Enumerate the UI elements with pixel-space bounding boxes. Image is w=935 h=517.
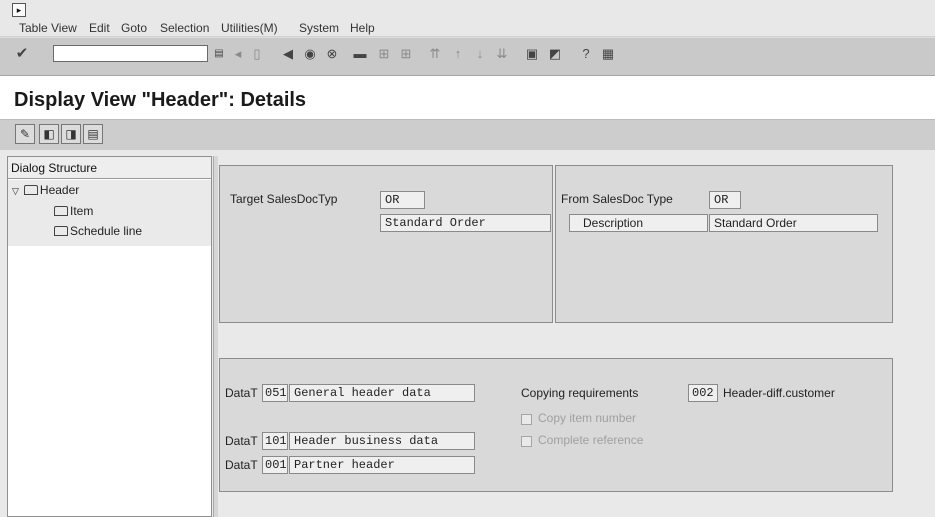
from-description-field[interactable]: Standard Order bbox=[709, 214, 878, 232]
next-entry-icon[interactable]: ◨ bbox=[61, 124, 81, 144]
complete-reference-label: Complete reference bbox=[538, 433, 644, 447]
back-arrow-icon[interactable]: ◂ bbox=[232, 44, 244, 64]
menu-help[interactable]: Help bbox=[350, 21, 375, 35]
datat-label: DataT bbox=[225, 386, 258, 400]
back-icon[interactable]: ◀ bbox=[278, 44, 298, 64]
target-salesdoc-label: Target SalesDocTyp bbox=[230, 192, 338, 206]
datat-code-field[interactable]: 051 bbox=[262, 384, 288, 402]
page-title: Display View "Header": Details bbox=[14, 89, 307, 111]
help-icon[interactable]: ? bbox=[576, 44, 596, 64]
find-icon[interactable]: ⊞ bbox=[374, 44, 394, 64]
exit-icon[interactable]: ◉ bbox=[300, 44, 320, 64]
menu-bar: ▸ Table View Edit Goto Selection Utiliti… bbox=[0, 0, 935, 37]
prev-page-icon[interactable]: ↑ bbox=[448, 44, 468, 64]
new-session-icon[interactable]: ▣ bbox=[522, 44, 542, 64]
datat-label: DataT bbox=[225, 434, 258, 448]
enter-icon[interactable]: ✔ bbox=[12, 44, 32, 64]
expand-icon[interactable]: ▽ bbox=[12, 186, 19, 196]
menu-selection[interactable]: Selection bbox=[160, 21, 209, 35]
tree-node-label: Item bbox=[70, 204, 94, 218]
copying-requirements-label: Copying requirements bbox=[521, 386, 639, 400]
print-icon[interactable]: ▬ bbox=[350, 44, 370, 64]
cancel-icon[interactable]: ⊗ bbox=[322, 44, 342, 64]
from-salesdoc-field[interactable]: OR bbox=[709, 191, 741, 209]
command-history-icon[interactable]: ▤ bbox=[213, 44, 225, 64]
complete-reference-checkbox[interactable] bbox=[521, 436, 532, 447]
datat-text-field: General header data bbox=[289, 384, 475, 402]
tree-node-label: Header bbox=[39, 183, 80, 197]
menu-goto[interactable]: Goto bbox=[121, 21, 147, 35]
folder-icon bbox=[54, 206, 68, 216]
tree-node-item[interactable]: Item bbox=[54, 204, 93, 218]
system-menu-icon[interactable]: ▸ bbox=[12, 3, 26, 17]
tree-node-header[interactable]: ▽ Header bbox=[12, 183, 79, 197]
target-salesdoc-field[interactable]: OR bbox=[380, 191, 425, 209]
menu-system[interactable]: System bbox=[299, 21, 339, 35]
folder-open-icon bbox=[23, 185, 38, 195]
dialog-structure-tree: ▽ Header Item Schedule line bbox=[8, 180, 211, 246]
panel-splitter[interactable] bbox=[213, 156, 218, 517]
layout-icon[interactable]: ▦ bbox=[598, 44, 618, 64]
copy-item-number-label: Copy item number bbox=[538, 411, 637, 425]
copying-requirements-text: Header-diff.customer bbox=[723, 386, 835, 400]
menu-table-view[interactable]: Table View bbox=[19, 21, 77, 35]
dialog-structure-title: Dialog Structure bbox=[8, 157, 211, 179]
first-page-icon[interactable]: ⇈ bbox=[425, 44, 445, 64]
find-next-icon[interactable]: ⊞ bbox=[396, 44, 416, 64]
shortcut-icon[interactable]: ◩ bbox=[545, 44, 565, 64]
dialog-structure-panel: Dialog Structure ▽ Header Item Schedule l… bbox=[7, 156, 212, 517]
datat-label: DataT bbox=[225, 458, 258, 472]
tree-node-label: Schedule line bbox=[70, 224, 143, 238]
copying-requirements-code-field[interactable]: 002 bbox=[688, 384, 718, 402]
variant-icon[interactable]: ▤ bbox=[83, 124, 103, 144]
datat-text-field: Partner header bbox=[289, 456, 475, 474]
menu-edit[interactable]: Edit bbox=[89, 21, 110, 35]
last-page-icon[interactable]: ⇊ bbox=[492, 44, 512, 64]
datat-text-field: Header business data bbox=[289, 432, 475, 450]
menu-utilities[interactable]: Utilities(M) bbox=[221, 21, 278, 35]
copy-item-number-checkbox[interactable] bbox=[521, 414, 532, 425]
save-icon[interactable]: ▯ bbox=[247, 44, 267, 64]
source-doc-group: From SalesDoc Type OR Description Standa… bbox=[555, 165, 893, 323]
datat-code-field[interactable]: 001 bbox=[262, 456, 288, 474]
target-doc-group: Target SalesDocTyp OR Standard Order bbox=[219, 165, 553, 323]
next-page-icon[interactable]: ↓ bbox=[470, 44, 490, 64]
application-toolbar: ✎ ◧ ◨ ▤ bbox=[0, 119, 935, 151]
description-label: Description bbox=[569, 214, 708, 232]
datat-code-field[interactable]: 101 bbox=[262, 432, 288, 450]
system-toolbar: ✔ ▤ ◂ ▯ ◀ ◉ ⊗ ▬ ⊞ ⊞ ⇈ ↑ ↓ ⇊ ▣ ◩ ? ▦ bbox=[0, 37, 935, 76]
data-transfer-group: DataT 051 General header data DataT 101 … bbox=[219, 358, 893, 492]
tree-node-schedule-line[interactable]: Schedule line bbox=[54, 224, 142, 238]
folder-icon bbox=[54, 226, 68, 236]
prev-entry-icon[interactable]: ◧ bbox=[39, 124, 59, 144]
target-description-field[interactable]: Standard Order bbox=[380, 214, 551, 232]
display-change-icon[interactable]: ✎ bbox=[15, 124, 35, 144]
from-salesdoc-label: From SalesDoc Type bbox=[561, 192, 673, 206]
command-field[interactable] bbox=[53, 45, 208, 62]
